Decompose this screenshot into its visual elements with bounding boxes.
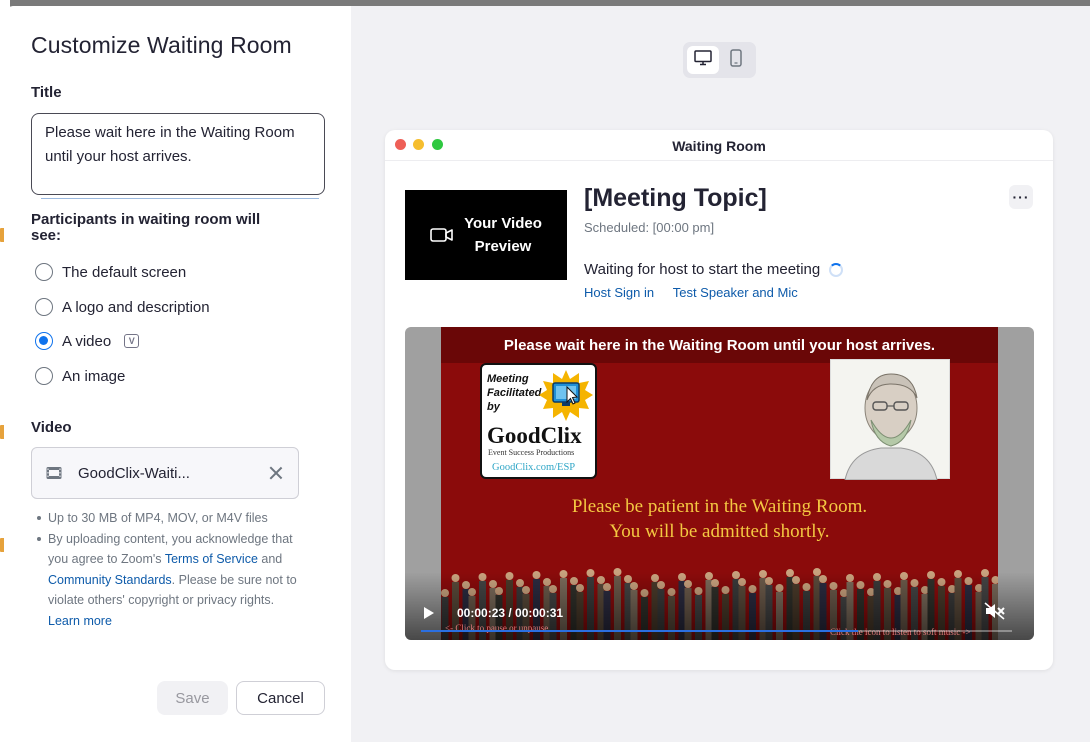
settings-panel: Customize Waiting Room Title Please wait… — [4, 6, 351, 742]
goodclix-brand-text: GoodClix — [487, 423, 582, 448]
video-badge-icon: V — [124, 334, 140, 348]
remove-file-close-icon[interactable] — [268, 465, 284, 481]
note-terms: By uploading content, you acknowledge th… — [36, 529, 306, 632]
your-video-preview: Your Video Preview — [405, 190, 567, 280]
video-progress-fill — [421, 630, 859, 632]
monitor-icon — [694, 49, 712, 71]
meeting-topic: [Meeting Topic] — [584, 184, 767, 212]
goodclix-tagline: Event Success Productions — [488, 448, 575, 457]
radio-button-checked[interactable] — [35, 332, 53, 350]
scheduled-time: Scheduled: [00:00 pm] — [584, 220, 715, 235]
video-camera-icon — [430, 227, 454, 243]
host-portrait-image — [830, 359, 950, 481]
video-preview-line: Your Video — [464, 215, 542, 232]
phone-icon — [730, 48, 742, 72]
waiting-status-text: Waiting for host to start the meeting — [584, 261, 821, 278]
radio-button[interactable] — [35, 263, 53, 281]
option-label: A video — [62, 332, 112, 350]
video-label: Video — [31, 419, 72, 436]
note-file-types: Up to 30 MB of MP4, MOV, or M4V files — [36, 508, 306, 529]
video-progress-bar[interactable] — [421, 630, 1012, 632]
video-preview-line: Preview — [474, 238, 532, 255]
host-sign-in-link[interactable]: Host Sign in — [584, 285, 654, 300]
video-time: 00:00:23 / 00:00:31 — [457, 606, 564, 620]
radio-button[interactable] — [35, 298, 53, 316]
logo-text: Facilitated — [487, 387, 542, 399]
waiting-room-video[interactable]: Please wait here in the Waiting Room unt… — [405, 327, 1034, 640]
more-options-icon[interactable]: ··· — [1009, 185, 1033, 209]
loading-spinner-icon — [829, 262, 844, 277]
play-icon[interactable] — [424, 607, 434, 619]
option-default-screen[interactable]: The default screen — [35, 261, 186, 283]
note-text: and — [257, 552, 283, 566]
customize-waiting-room-modal: Customize Waiting Room Title Please wait… — [4, 6, 1090, 742]
window-title: Waiting Room — [672, 138, 766, 154]
goodclix-logo-card: Meeting Facilitated by GoodClix Event Su… — [480, 363, 597, 479]
logo-text: by — [487, 401, 500, 413]
title-textarea[interactable]: Please wait here in the Waiting Room unt… — [31, 113, 325, 195]
option-video[interactable]: A video V — [35, 330, 140, 352]
preview-panel: Waiting Room Your Video Preview [Meeting… — [351, 6, 1090, 742]
option-label: A logo and description — [62, 298, 210, 316]
sunburst-computer-icon — [539, 370, 593, 421]
radio-button[interactable] — [35, 367, 53, 385]
title-label: Title — [31, 84, 62, 101]
option-image[interactable]: An image — [35, 365, 125, 387]
waiting-room-preview-window: Waiting Room Your Video Preview [Meeting… — [385, 130, 1053, 670]
video-banner-text: Please wait here in the Waiting Room unt… — [441, 327, 998, 363]
film-icon — [46, 466, 62, 480]
desktop-view-button[interactable] — [687, 46, 719, 74]
patient-line: You will be admitted shortly. — [609, 521, 830, 542]
participants-label: Participants in waiting room will see: — [31, 211, 261, 244]
test-speaker-mic-link[interactable]: Test Speaker and Mic — [673, 285, 798, 300]
terms-of-service-link[interactable]: Terms of Service — [165, 552, 258, 566]
window-title-bar: Waiting Room — [385, 130, 1053, 161]
logo-text: Meeting — [487, 373, 529, 385]
community-standards-link[interactable]: Community Standards — [48, 573, 172, 587]
goodclix-url: GoodClix.com/ESP — [492, 462, 576, 473]
option-label: The default screen — [62, 263, 187, 281]
modal-title: Customize Waiting Room — [31, 32, 292, 58]
patient-line: Please be patient in the Waiting Room. — [571, 496, 868, 517]
video-preview-label: Your Video Preview — [464, 212, 542, 258]
video-file-chip: GoodClix-Waiti... — [31, 447, 299, 499]
device-toggle — [683, 42, 756, 78]
title-underline — [41, 198, 319, 199]
upload-notes: Up to 30 MB of MP4, MOV, or M4V files By… — [36, 508, 306, 631]
muted-speaker-icon[interactable] — [984, 602, 1006, 620]
music-hint-text: Click the icon to listen to soft music -… — [830, 627, 971, 637]
mobile-view-button[interactable] — [720, 46, 752, 74]
note-text: Up to 30 MB of MP4, MOV, or M4V files — [48, 511, 268, 525]
waiting-status: Waiting for host to start the meeting — [584, 261, 844, 278]
learn-more-link[interactable]: Learn more — [48, 614, 112, 628]
save-button[interactable]: Save — [157, 681, 228, 715]
option-label: An image — [62, 367, 126, 385]
patient-message: Please be patient in the Waiting Room. Y… — [441, 494, 998, 544]
video-file-name: GoodClix-Waiti... — [78, 464, 190, 482]
preview-links: Host Sign in Test Speaker and Mic — [584, 285, 798, 300]
option-logo-description[interactable]: A logo and description — [35, 296, 210, 318]
cancel-button[interactable]: Cancel — [236, 681, 325, 715]
